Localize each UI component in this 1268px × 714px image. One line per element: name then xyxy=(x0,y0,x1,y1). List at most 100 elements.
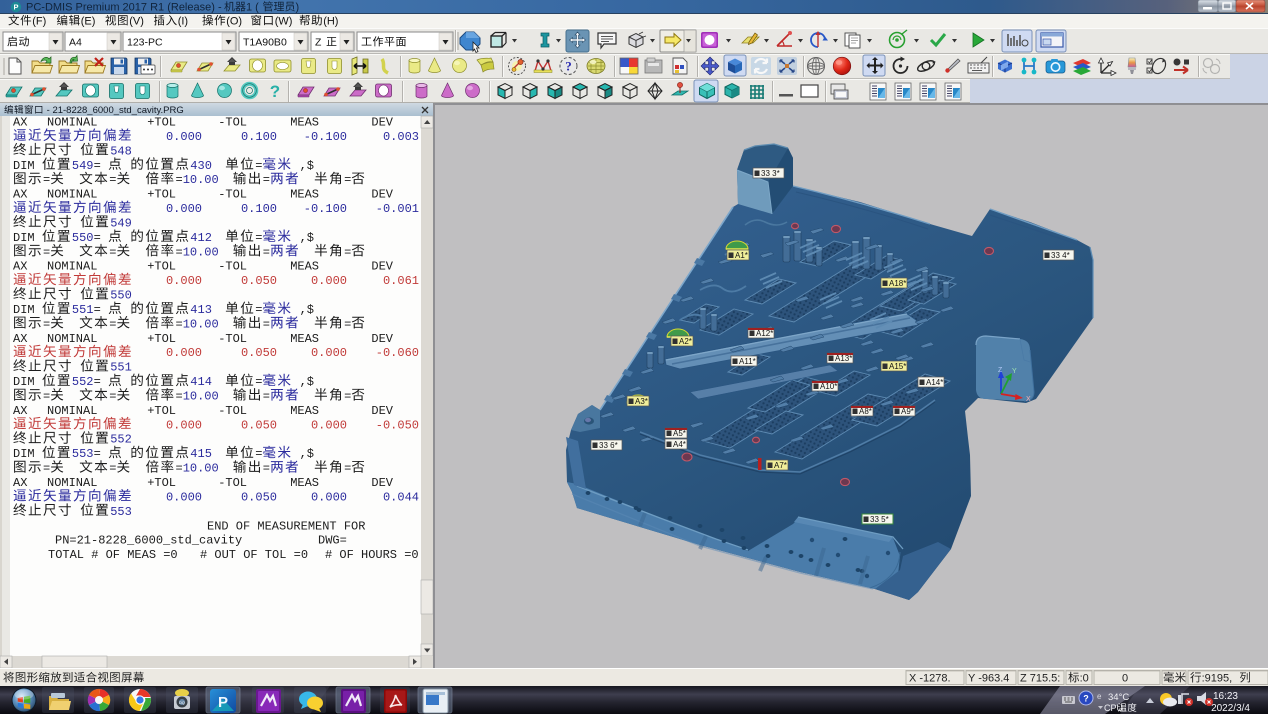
svg-text:Y -963.4: Y -963.4 xyxy=(968,673,1009,685)
svg-text:-TOL: -TOL xyxy=(218,404,247,418)
svg-text:550: 550 xyxy=(72,231,94,245)
svg-text:AX: AX xyxy=(13,116,27,130)
svg-text:=: = xyxy=(344,245,351,259)
svg-text:=: = xyxy=(109,390,116,404)
svg-text:X: X xyxy=(1026,396,1031,403)
svg-text:=: = xyxy=(94,231,108,245)
svg-text:A15*: A15* xyxy=(889,362,906,371)
svg-text:A5*: A5* xyxy=(673,429,686,438)
svg-text:=: = xyxy=(109,462,116,476)
svg-text:553: 553 xyxy=(72,447,94,461)
svg-text:=: = xyxy=(94,303,108,317)
svg-text:NOMINAL: NOMINAL xyxy=(47,260,97,274)
svg-text:=: = xyxy=(43,462,50,476)
svg-text:=: = xyxy=(94,447,108,461)
svg-text:(I): (I) xyxy=(178,16,188,28)
svg-text:550: 550 xyxy=(110,289,132,303)
svg-text:+TOL: +TOL xyxy=(147,188,176,202)
svg-text::9195,: :9195, xyxy=(1202,673,1236,685)
svg-text:(W): (W) xyxy=(275,16,293,28)
svg-text:DEV: DEV xyxy=(371,260,393,274)
svg-text:2022/3/4: 2022/3/4 xyxy=(1211,703,1250,714)
svg-text:DIM: DIM xyxy=(13,375,42,389)
svg-text:END OF MEASUREMENT FOR: END OF MEASUREMENT FOR xyxy=(207,519,365,533)
svg-text:,$: ,$ xyxy=(292,303,314,317)
svg-text:X -1278.: X -1278. xyxy=(909,673,951,685)
svg-text:,$: ,$ xyxy=(292,447,314,461)
svg-text:A12*: A12* xyxy=(756,329,773,338)
svg-text:A4: A4 xyxy=(69,37,82,49)
svg-text:A8*: A8* xyxy=(859,407,872,416)
svg-text:=: = xyxy=(263,245,270,259)
svg-text:MEAS: MEAS xyxy=(290,332,319,346)
svg-text:DEV: DEV xyxy=(371,404,393,418)
svg-text:0: 0 xyxy=(1122,673,1128,685)
svg-text:(F): (F) xyxy=(32,16,46,28)
svg-text:A4*: A4* xyxy=(673,440,686,449)
svg-text:?: ? xyxy=(270,82,280,101)
svg-text:-TOL: -TOL xyxy=(218,260,247,274)
svg-text:549: 549 xyxy=(72,159,94,173)
svg-text:+TOL: +TOL xyxy=(147,476,176,490)
svg-text:=: = xyxy=(176,173,183,187)
svg-text:=: = xyxy=(176,317,183,331)
svg-text:-TOL: -TOL xyxy=(218,476,247,490)
svg-text:0.100: 0.100 xyxy=(241,130,277,144)
svg-text:553: 553 xyxy=(110,505,132,519)
svg-text:=: = xyxy=(344,317,351,331)
svg-text:0.061: 0.061 xyxy=(383,274,419,288)
svg-text:0.050: 0.050 xyxy=(241,274,277,288)
svg-text:=: = xyxy=(94,375,108,389)
svg-text:DEV: DEV xyxy=(371,188,393,202)
svg-text:10.00: 10.00 xyxy=(183,173,219,187)
svg-text:=: = xyxy=(263,317,270,331)
svg-text:=: = xyxy=(344,462,351,476)
svg-text:=: = xyxy=(255,447,262,461)
svg-text:=: = xyxy=(263,173,270,187)
svg-text:- 21-8228_6000_std_cavity.PRG: - 21-8228_6000_std_cavity.PRG xyxy=(44,105,184,116)
svg-text:A14*: A14* xyxy=(926,378,943,387)
svg-text:549: 549 xyxy=(110,216,132,230)
svg-text:=: = xyxy=(109,317,116,331)
svg-text:A10*: A10* xyxy=(820,382,837,391)
svg-text:-0.060: -0.060 xyxy=(376,346,419,360)
svg-text:AX: AX xyxy=(13,188,27,202)
svg-text:415: 415 xyxy=(190,447,212,461)
svg-text:PC-DMIS Premium 2017 R1 (Relea: PC-DMIS Premium 2017 R1 (Release) - xyxy=(26,2,225,14)
svg-text:1 (: 1 ( xyxy=(246,2,259,14)
svg-text:10.00: 10.00 xyxy=(183,462,219,476)
svg-text:=: = xyxy=(43,173,50,187)
svg-text:AX: AX xyxy=(13,260,27,274)
svg-text:TOTAL # OF MEAS =0: TOTAL # OF MEAS =0 xyxy=(48,548,178,562)
svg-text:0.000: 0.000 xyxy=(311,490,347,504)
svg-text:-0.100: -0.100 xyxy=(304,130,347,144)
svg-text:=: = xyxy=(255,231,262,245)
svg-text:DIM: DIM xyxy=(13,303,42,317)
svg-text:# OUT OF TOL =0: # OUT OF TOL =0 xyxy=(200,548,308,562)
svg-text:MEAS: MEAS xyxy=(290,188,319,202)
svg-text:=: = xyxy=(43,245,50,259)
svg-text:=: = xyxy=(176,390,183,404)
svg-text:=: = xyxy=(176,245,183,259)
svg-text:Z 715.5:: Z 715.5: xyxy=(1020,673,1060,685)
svg-text:MEAS: MEAS xyxy=(290,476,319,490)
svg-text:DIM: DIM xyxy=(13,447,42,461)
svg-text:-TOL: -TOL xyxy=(218,332,247,346)
svg-text:NOMINAL: NOMINAL xyxy=(47,188,97,202)
svg-text:0.000: 0.000 xyxy=(166,130,202,144)
svg-text:33 4*: 33 4* xyxy=(1051,251,1070,260)
svg-text:548: 548 xyxy=(110,144,132,158)
svg-text:?: ? xyxy=(1083,694,1089,704)
svg-text:-0.100: -0.100 xyxy=(304,202,347,216)
svg-text:(O): (O) xyxy=(226,16,242,28)
svg-text:123-PC: 123-PC xyxy=(127,37,163,49)
svg-text:-TOL: -TOL xyxy=(218,188,247,202)
svg-text:(H): (H) xyxy=(323,16,338,28)
svg-text:-0.050: -0.050 xyxy=(376,418,419,432)
svg-text:=: = xyxy=(94,159,108,173)
svg-text:33 5*: 33 5* xyxy=(870,515,889,524)
svg-text:=: = xyxy=(263,390,270,404)
svg-text:A18*: A18* xyxy=(889,279,906,288)
svg-text:33 6*: 33 6* xyxy=(599,441,618,450)
svg-text:=: = xyxy=(43,317,50,331)
